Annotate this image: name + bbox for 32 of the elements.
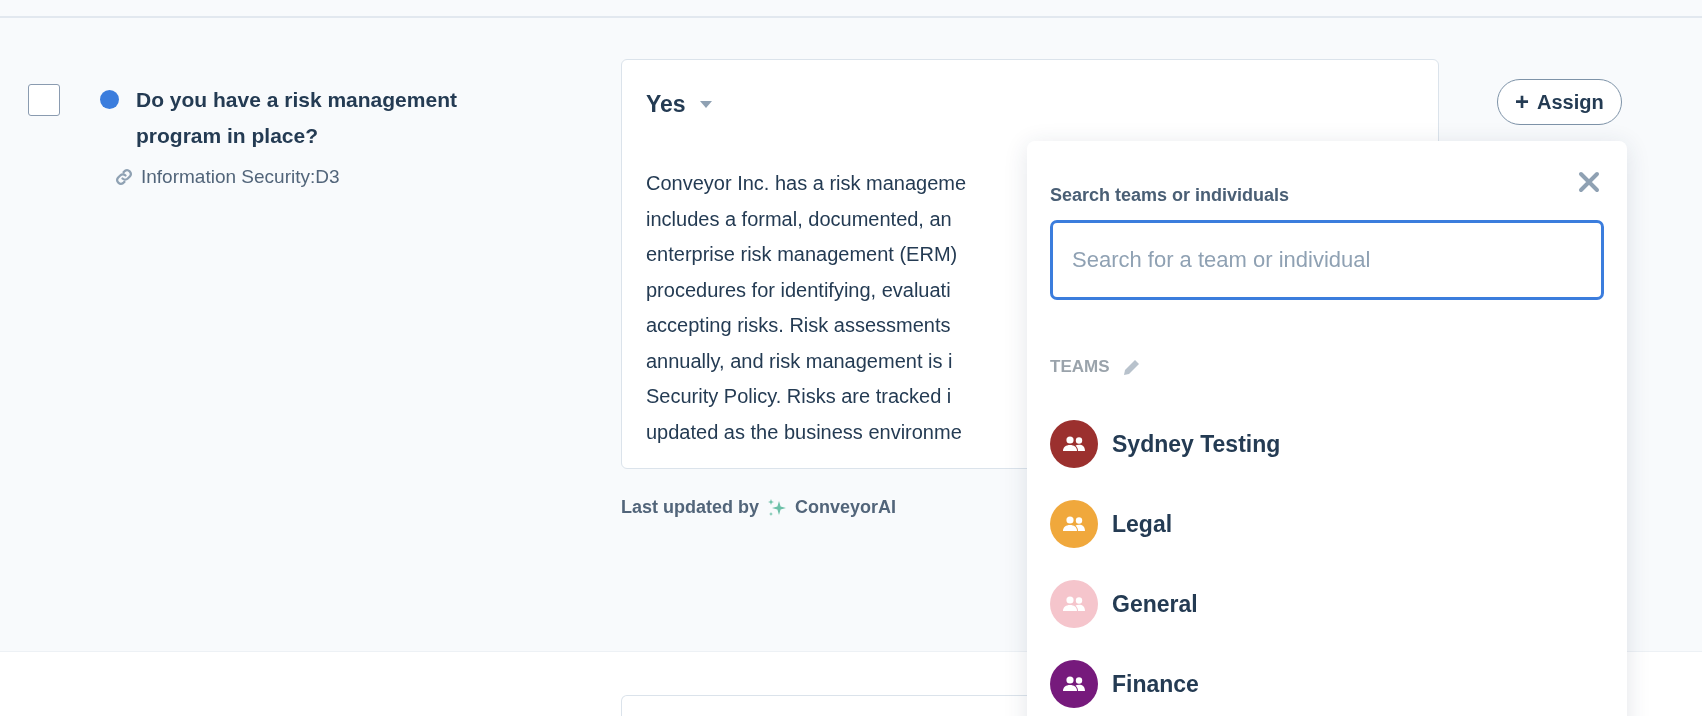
- answer-text: Security Policy. Risks are tracked i: [646, 384, 952, 409]
- close-button[interactable]: [1578, 171, 1600, 193]
- answer-text: Conveyor Inc. has a risk manageme: [646, 171, 967, 196]
- search-field[interactable]: Search for a team or individual: [1050, 220, 1604, 300]
- team-option[interactable]: General: [1050, 580, 1604, 628]
- reference-link[interactable]: Information Security:D3: [141, 166, 340, 188]
- caret-icon: [699, 101, 712, 108]
- assign-button[interactable]: + Assign: [1497, 79, 1622, 125]
- checkbox[interactable]: [28, 84, 60, 116]
- question-text: Do you have a risk management program in place?: [136, 87, 458, 149]
- link-icon: [115, 168, 133, 186]
- answer-text: includes a formal, documented, an: [646, 206, 952, 232]
- team-option[interactable]: Sydney Testing: [1050, 420, 1604, 468]
- people-icon: [1062, 675, 1086, 693]
- answer-text: accepting risks. Risk assessments: [646, 313, 951, 338]
- section-heading: TEAMS: [1050, 357, 1110, 377]
- answer-text: annually, and risk management is i: [646, 348, 953, 374]
- team-option[interactable]: Finance: [1050, 660, 1604, 708]
- answer-text: updated as the business environme: [646, 419, 962, 445]
- sparkle-icon: [767, 497, 787, 518]
- answer-dropdown[interactable]: Yes: [646, 91, 712, 118]
- people-icon: [1062, 435, 1086, 453]
- updated-label: Last updated by: [621, 497, 759, 518]
- answer-text: procedures for identifying, evaluati: [646, 277, 951, 303]
- people-icon: [1062, 515, 1086, 533]
- pencil-icon[interactable]: [1121, 357, 1142, 377]
- status-dot: [100, 90, 119, 109]
- people-icon: [1062, 595, 1086, 613]
- answer-text: enterprise risk management (ERM): [646, 242, 958, 267]
- updated-by-name: ConveyorAI: [795, 497, 897, 518]
- search-label: Search teams or individuals: [1050, 185, 1290, 206]
- team-option[interactable]: Legal: [1050, 500, 1604, 548]
